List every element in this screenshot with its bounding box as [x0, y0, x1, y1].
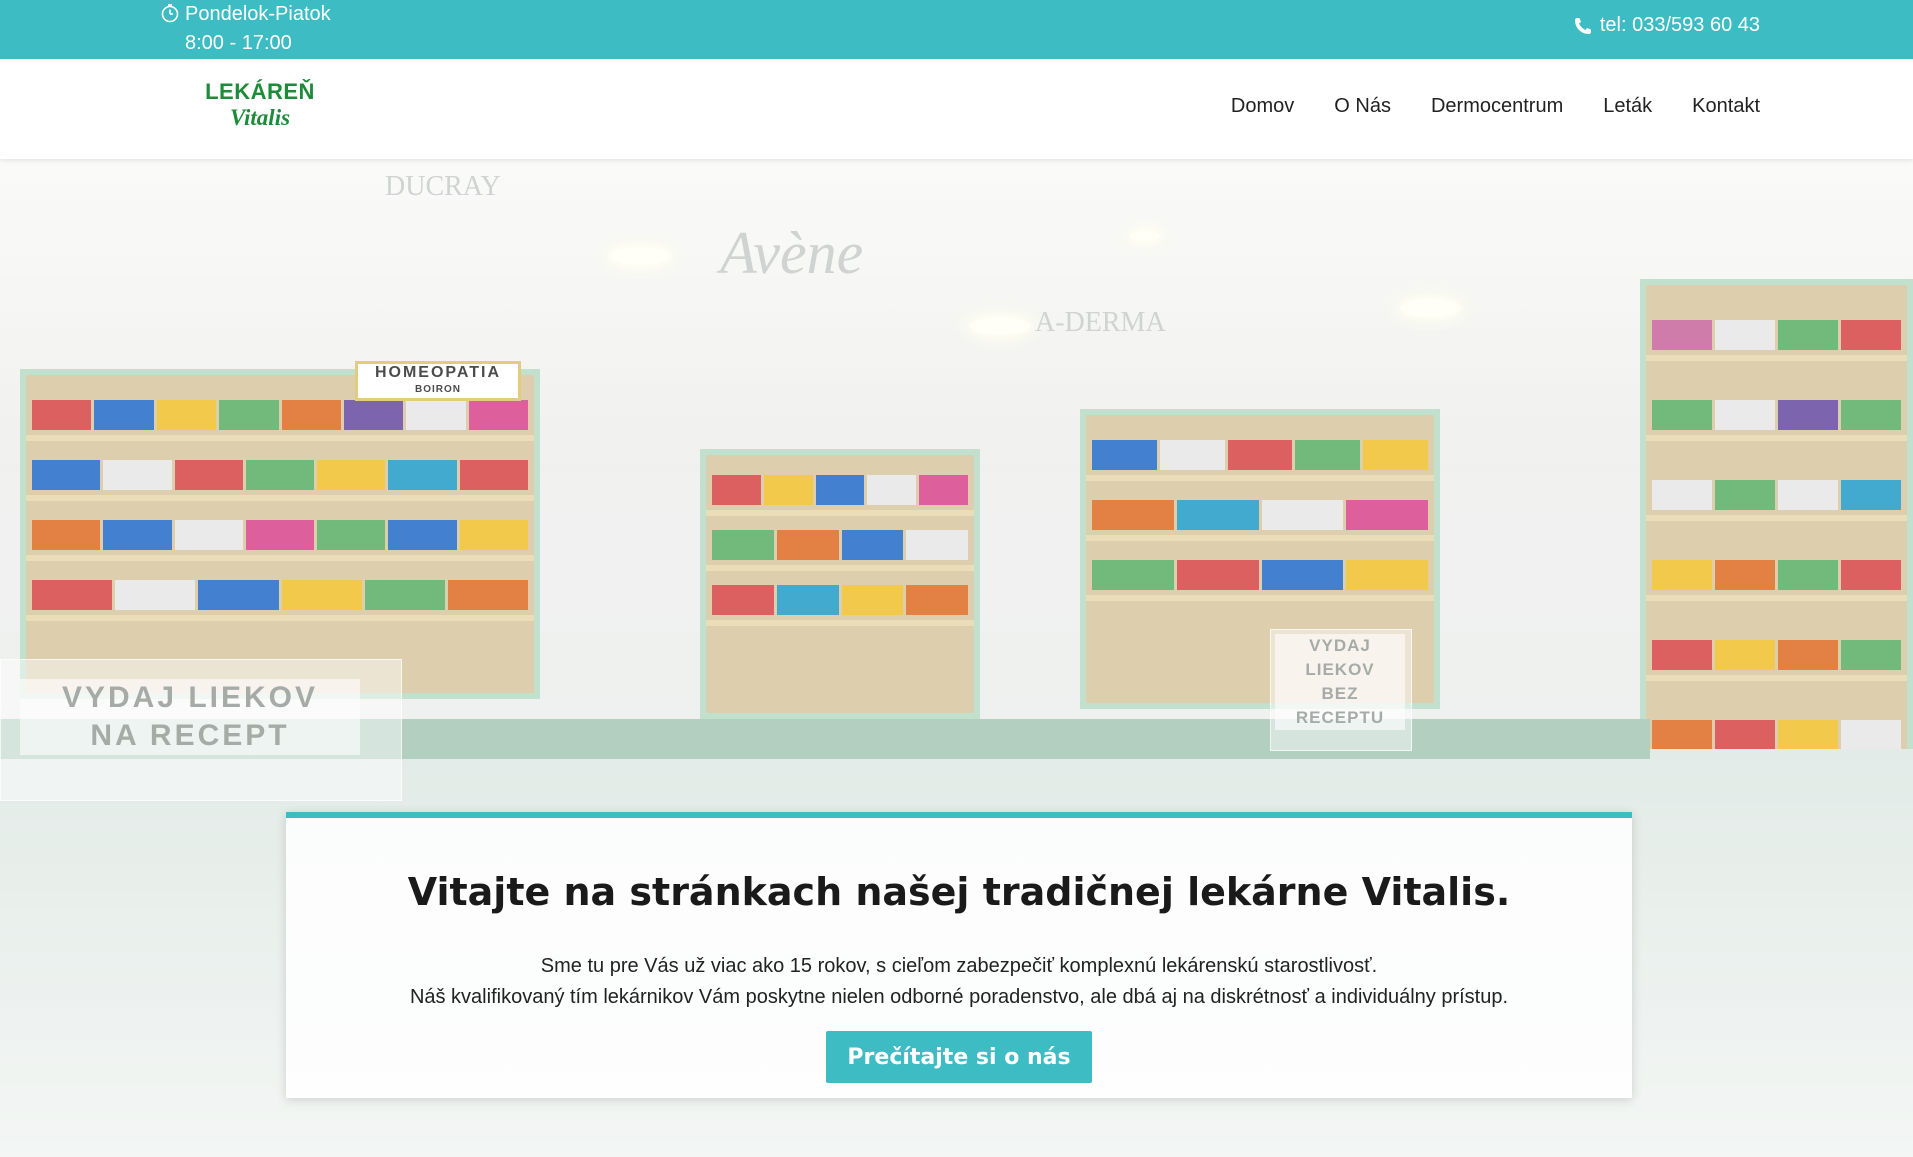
- read-about-us-button[interactable]: Prečítajte si o nás: [826, 1031, 1092, 1083]
- logo[interactable]: LEKÁREŇ Vitalis: [200, 79, 320, 131]
- phone-link[interactable]: tel: 033/593 60 43: [1573, 14, 1760, 37]
- hours-days: Pondelok-Piatok: [185, 3, 331, 25]
- nav-item-dermocentrum[interactable]: Dermocentrum: [1431, 95, 1563, 118]
- welcome-text-line2: Náš kvalifikovaný tím lekárnikov Vám pos…: [409, 986, 1509, 1008]
- welcome-title: Vitajte na stránkach našej tradičnej lek…: [407, 870, 1511, 914]
- nav-item-domov[interactable]: Domov: [1231, 95, 1294, 118]
- welcome-box: Vitajte na stránkach našej tradičnej lek…: [286, 812, 1632, 1098]
- logo-line2: Vitalis: [229, 105, 291, 130]
- logo-line1: LEKÁREŇ: [205, 79, 315, 104]
- phone-icon: [1574, 17, 1591, 34]
- hours-time: 8:00 - 17:00: [185, 32, 292, 54]
- welcome-text-line1: Sme tu pre Vás už viac ako 15 rokov, s c…: [540, 955, 1378, 977]
- phone-number[interactable]: tel: 033/593 60 43: [1600, 14, 1760, 37]
- hero-pharmacy-photo: DUCRAY Avène A-DERMA HOMEOPATIA BOIRON V…: [0, 159, 1913, 1157]
- nav-item-o-nas[interactable]: O Nás: [1334, 95, 1391, 118]
- top-info-bar: Pondelok-Piatok 8:00 - 17:00 tel: 033/59…: [0, 0, 1913, 59]
- nav-item-letak[interactable]: Leták: [1603, 95, 1652, 118]
- clock-icon: [161, 4, 179, 23]
- main-navbar: LEKÁREŇ Vitalis Domov O Nás Dermocentrum…: [0, 59, 1913, 159]
- nav-item-kontakt[interactable]: Kontakt: [1692, 95, 1760, 118]
- nav-menu: Domov O Nás Dermocentrum Leták Kontakt: [1231, 95, 1760, 118]
